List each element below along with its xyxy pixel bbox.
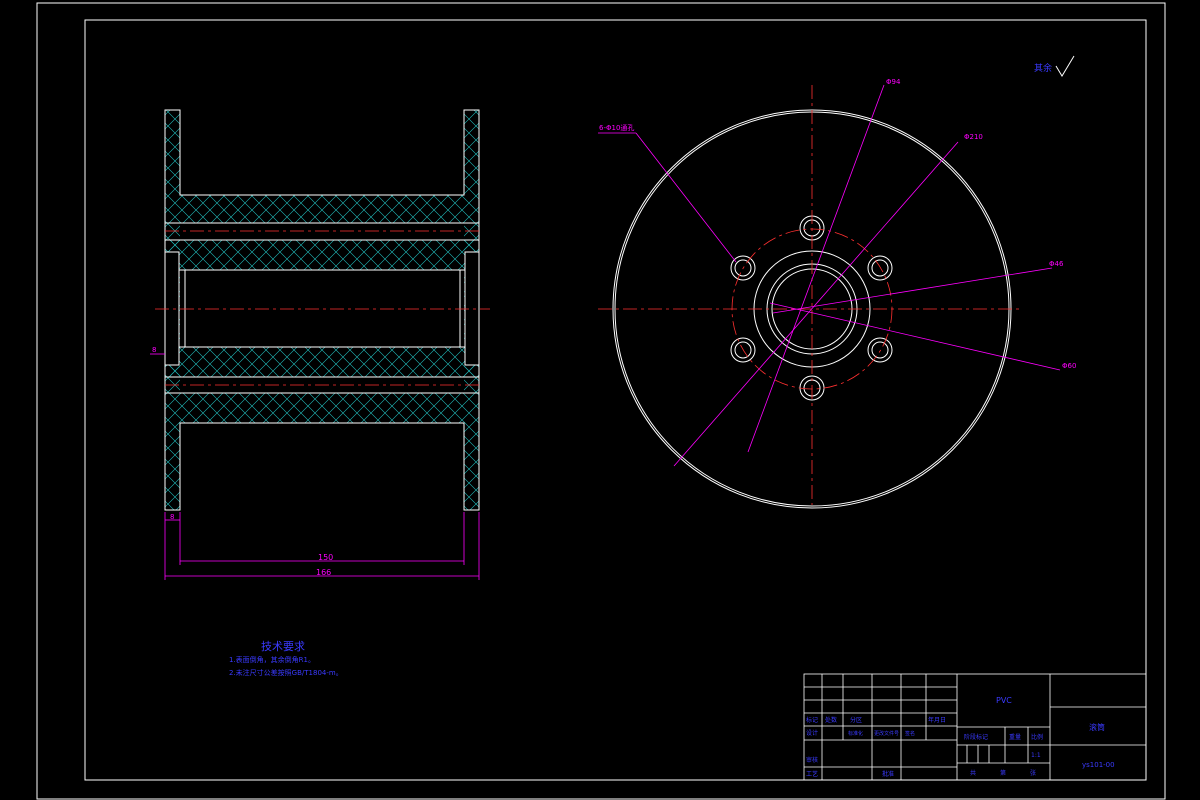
tech-req-item-2: 2.未注尺寸公差按照GB/T1804-m。 bbox=[229, 668, 343, 677]
dia-94: Φ94 bbox=[886, 78, 901, 86]
section-view: 150 166 8 8 bbox=[150, 109, 490, 580]
front-leaders bbox=[598, 84, 1061, 467]
surface-finish-label: 其余 bbox=[1034, 62, 1052, 74]
tb-label-date: 年月日 bbox=[928, 716, 946, 724]
surface-finish-note: 其余 bbox=[1034, 55, 1075, 77]
tb-sheet: 第 bbox=[1000, 769, 1006, 777]
dia-60: Φ60 bbox=[1062, 362, 1076, 370]
section-hatch bbox=[165, 110, 479, 510]
bolt-holes bbox=[730, 215, 893, 401]
surface-roughness-icon bbox=[1055, 55, 1075, 77]
tb-label-count: 处数 bbox=[825, 716, 837, 724]
tech-req-item-1: 1.表面倒角，其余倒角R1。 bbox=[229, 655, 315, 664]
section-outline bbox=[164, 109, 480, 511]
tb-drawing-no: ys101-00 bbox=[1082, 761, 1115, 769]
dim-150: 150 bbox=[318, 553, 333, 562]
tb-stage-mark: 阶段标记 bbox=[964, 733, 988, 741]
tech-req-title: 技术要求 bbox=[261, 640, 305, 653]
tb-page: 张 bbox=[1030, 769, 1036, 777]
tech-requirements: 技术要求 1.表面倒角，其余倒角R1。 2.未注尺寸公差按照GB/T1804-m… bbox=[229, 640, 343, 677]
cad-drawing-sheet: 其余 150 166 8 8 6-Φ10通孔 Φ94 Φ210 Φ46 Φ60 … bbox=[36, 2, 1166, 800]
tb-label-signature: 签名 bbox=[905, 730, 915, 737]
section-dimensions bbox=[150, 353, 480, 580]
tb-label-mark: 标记 bbox=[806, 716, 818, 724]
tb-process: 工艺 bbox=[806, 770, 818, 778]
dia-210: Φ210 bbox=[964, 133, 983, 141]
tb-design: 设计 bbox=[806, 729, 818, 737]
tb-label-zone: 分区 bbox=[850, 716, 862, 724]
tb-scale-value: 1:1 bbox=[1031, 752, 1041, 759]
tb-part-name: 滚筒 bbox=[1089, 722, 1105, 732]
tb-label-change-doc: 更改文件号 bbox=[874, 730, 899, 737]
tb-sheets: 共 bbox=[970, 769, 976, 777]
title-block: PVC 滚筒 ys101-00 标记 处数 分区 更改文件号 签名 年月日 设计… bbox=[803, 673, 1147, 781]
tb-approve: 批准 bbox=[882, 770, 894, 778]
dim-8-top: 8 bbox=[152, 346, 156, 354]
dim-8-bottom: 8 bbox=[170, 513, 174, 521]
tb-review: 审核 bbox=[806, 756, 818, 764]
tb-standardize: 标准化 bbox=[848, 730, 863, 737]
tb-weight: 重量 bbox=[1009, 733, 1021, 741]
hole-callout: 6-Φ10通孔 bbox=[599, 123, 634, 132]
front-view: 6-Φ10通孔 Φ94 Φ210 Φ46 Φ60 bbox=[598, 78, 1076, 509]
dim-166: 166 bbox=[316, 568, 331, 577]
tb-scale: 比例 bbox=[1031, 733, 1043, 741]
tb-material: PVC bbox=[996, 696, 1012, 705]
dia-46: Φ46 bbox=[1049, 260, 1064, 268]
